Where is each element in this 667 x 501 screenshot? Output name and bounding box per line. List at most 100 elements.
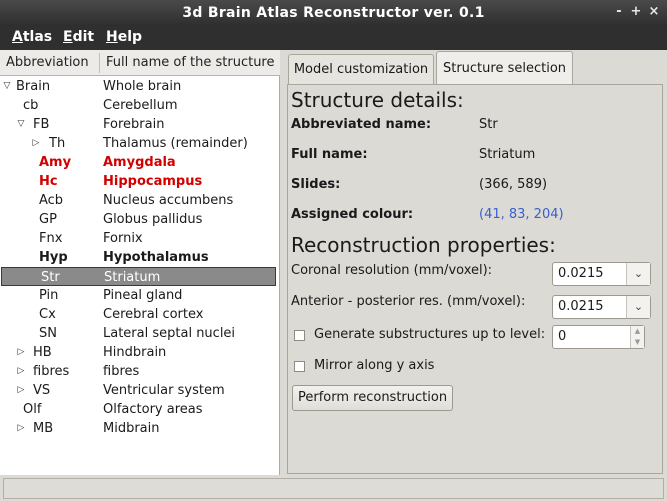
tree-row[interactable]: GP Globus pallidus — [0, 210, 280, 229]
substructures-checkbox[interactable] — [294, 330, 305, 341]
tree-row[interactable]: ▷ HB Hindbrain — [0, 343, 280, 362]
spin-down-icon[interactable]: ▼ — [631, 337, 644, 348]
expander-closed-icon[interactable]: ▷ — [16, 362, 26, 381]
abbreviated-name-label: Abbreviated name: — [291, 117, 432, 132]
expander-open-icon[interactable]: ▽ — [2, 77, 12, 96]
spin-up-icon[interactable]: ▲ — [631, 326, 644, 337]
column-separator[interactable] — [99, 53, 100, 73]
tree-row[interactable]: Hc Hippocampus — [0, 172, 280, 191]
ap-resolution-value[interactable]: 0.0215 — [558, 296, 604, 318]
tree-row[interactable]: ▷ VS Ventricular system — [0, 381, 280, 400]
tree-row[interactable]: cb Cerebellum — [0, 96, 280, 115]
tree-row[interactable]: ▷ fibres fibres — [0, 362, 280, 381]
tree-row-full-name: Midbrain — [103, 421, 160, 436]
tree-row-abbreviation: Fnx — [39, 231, 63, 246]
menu-help-mnemonic: H — [106, 29, 118, 45]
assigned-colour-value: (41, 83, 204) — [479, 207, 564, 222]
assigned-colour-label: Assigned colour: — [291, 207, 414, 222]
tree-row-full-name: Forebrain — [103, 117, 165, 132]
tree-row[interactable]: ▽ FB Forebrain — [0, 115, 280, 134]
tree-row-abbreviation: VS — [33, 383, 51, 398]
tree-row[interactable]: ▽ Brain Whole brain — [0, 77, 280, 96]
tree-row[interactable]: Cx Cerebral cortex — [0, 305, 280, 324]
tree-row-full-name: Pineal gland — [103, 288, 183, 303]
tab-structure-selection[interactable]: Structure selection — [436, 51, 573, 85]
tree-row-full-name: Hindbrain — [103, 345, 167, 360]
structure-details-heading: Structure details: — [291, 88, 464, 112]
expander-closed-icon[interactable]: ▷ — [16, 419, 26, 438]
slides-label: Slides: — [291, 177, 341, 192]
tree-row-abbreviation: Amy — [39, 155, 72, 170]
tree-row-full-name: Nucleus accumbens — [103, 193, 234, 208]
perform-reconstruction-button[interactable]: Perform reconstruction — [292, 385, 454, 411]
structure-tree[interactable]: Abbreviation Full name of the structure … — [0, 50, 280, 475]
tree-row[interactable]: Hyp Hypothalamus — [0, 248, 280, 267]
tree-row-full-name: fibres — [103, 364, 140, 379]
close-icon[interactable]: × — [647, 0, 661, 26]
tree-row-abbreviation: FB — [33, 117, 50, 132]
tree-row-full-name: Hippocampus — [103, 174, 203, 189]
window-title: 3d Brain Atlas Reconstructor ver. 0.1 — [182, 5, 485, 21]
tree-row-abbreviation: fibres — [33, 364, 70, 379]
menu-edit-mnemonic: E — [63, 29, 73, 45]
tree-row-abbreviation: Th — [49, 136, 66, 151]
substructures-label: Generate substructures up to level: — [314, 327, 546, 342]
tree-row[interactable]: ▷ Th Thalamus (remainder) — [0, 134, 280, 153]
menu-atlas[interactable]: Atlas — [12, 26, 52, 50]
substructures-level-spinner[interactable]: 0 ▲ ▼ — [552, 325, 645, 349]
tree-row[interactable]: ▷ MB Midbrain — [0, 419, 280, 438]
spinner-arrows[interactable]: ▲ ▼ — [630, 326, 644, 348]
minimize-icon[interactable]: - — [612, 0, 626, 26]
coronal-resolution-value[interactable]: 0.0215 — [558, 263, 604, 285]
menu-help-label: elp — [117, 29, 143, 45]
tree-row[interactable]: SN Lateral septal nuclei — [0, 324, 280, 343]
tree-row-abbreviation: Pin — [39, 288, 59, 303]
tab-model-customization[interactable]: Model customization — [288, 54, 434, 84]
column-header-full-name[interactable]: Full name of the structure — [106, 50, 275, 76]
menu-atlas-label: tlas — [22, 29, 53, 45]
tree-row-abbreviation: HB — [33, 345, 52, 360]
expander-open-icon[interactable]: ▽ — [16, 115, 26, 134]
tree-row-abbreviation: Olf — [23, 402, 42, 417]
tree-row-full-name: Olfactory areas — [103, 402, 203, 417]
chevron-down-icon[interactable]: ⌄ — [626, 296, 650, 318]
coronal-resolution-label: Coronal resolution (mm/voxel): — [291, 263, 493, 278]
menu-atlas-mnemonic: A — [12, 29, 23, 45]
tree-row[interactable]: Pin Pineal gland — [0, 286, 280, 305]
tree-row-full-name: Cerebral cortex — [103, 307, 204, 322]
tree-row-abbreviation: GP — [39, 212, 57, 227]
tree-row-abbreviation: Cx — [39, 307, 56, 322]
tree-row-abbreviation: cb — [23, 98, 39, 113]
tree-row[interactable]: Amy Amygdala — [0, 153, 280, 172]
menu-edit[interactable]: Edit — [63, 26, 94, 50]
full-name-value: Striatum — [479, 147, 536, 162]
expander-closed-icon[interactable]: ▷ — [16, 343, 26, 362]
maximize-icon[interactable]: + — [629, 0, 643, 26]
tree-row-abbreviation: MB — [33, 421, 54, 436]
tree-row-full-name: Thalamus (remainder) — [103, 136, 248, 151]
tree-row-abbreviation: Brain — [16, 79, 51, 94]
expander-closed-icon[interactable]: ▷ — [16, 381, 26, 400]
chevron-down-icon[interactable]: ⌄ — [626, 263, 650, 285]
tree-row[interactable]: Olf Olfactory areas — [0, 400, 280, 419]
tree-row-full-name: Ventricular system — [103, 383, 225, 398]
tree-row-full-name: Amygdala — [103, 155, 176, 170]
reconstruction-properties-heading: Reconstruction properties: — [291, 233, 556, 257]
ap-resolution-combo[interactable]: 0.0215 ⌄ — [552, 295, 651, 319]
tree-row[interactable]: Fnx Fornix — [0, 229, 280, 248]
column-header-abbreviation[interactable]: Abbreviation — [6, 50, 89, 76]
menu-edit-label: dit — [72, 29, 95, 45]
menu-help[interactable]: Help — [106, 26, 142, 50]
tree-row[interactable]: Acb Nucleus accumbens — [0, 191, 280, 210]
expander-closed-icon[interactable]: ▷ — [31, 134, 41, 153]
tree-row-abbreviation: Str — [41, 270, 60, 285]
status-bar — [0, 475, 667, 501]
tree-row[interactable]: Str Striatum — [1, 267, 276, 286]
substructures-level-value[interactable]: 0 — [558, 326, 566, 348]
tree-row-abbreviation: Hyp — [39, 250, 68, 265]
tree-header: Abbreviation Full name of the structure — [0, 50, 280, 76]
mirror-label: Mirror along y axis — [314, 358, 435, 373]
mirror-checkbox[interactable] — [294, 361, 305, 372]
right-panel: Model customization Structure selection … — [282, 50, 667, 475]
coronal-resolution-combo[interactable]: 0.0215 ⌄ — [552, 262, 651, 286]
